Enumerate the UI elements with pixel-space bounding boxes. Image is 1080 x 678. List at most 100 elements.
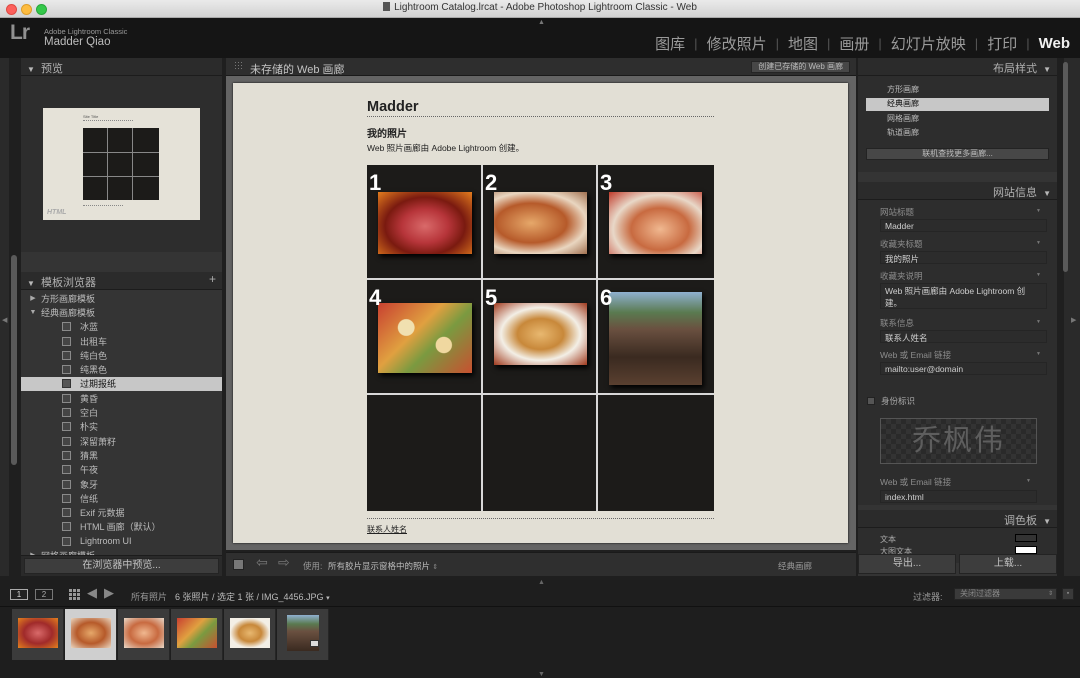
forward-arrow-icon[interactable]: ▶ — [104, 585, 114, 601]
layout-item[interactable]: 网格画廊 — [866, 111, 1057, 125]
template-item[interactable]: 象牙 — [25, 477, 222, 491]
detail-text-color-swatch[interactable] — [1015, 546, 1037, 554]
create-saved-gallery-button[interactable]: 创建已存储的 Web 画廊 — [751, 61, 850, 73]
preview-panel-header[interactable]: ▼ 预览 — [21, 58, 222, 76]
next-arrow-icon[interactable]: ⇨ — [278, 554, 290, 571]
site-title-field[interactable]: Madder — [880, 219, 1047, 232]
filmstrip-thumbnail-selected[interactable] — [65, 609, 117, 660]
template-item[interactable]: 纯黑色 — [25, 362, 222, 376]
export-button[interactable]: 导出... — [858, 554, 956, 574]
web-email-link-field[interactable]: mailto:user@domain — [880, 362, 1047, 375]
photo-hotpot[interactable] — [378, 192, 472, 254]
filmstrip-count[interactable]: 6 张照片 / 选定 1 张 / IMG_4456.JPG ▾ — [175, 590, 330, 603]
filmstrip-thumbnail[interactable] — [118, 609, 170, 660]
grid-view-icon[interactable] — [69, 589, 80, 600]
collapse-left-panel-icon[interactable]: ◀ — [2, 316, 7, 324]
template-item-selected[interactable]: 过期报纸 — [21, 376, 222, 392]
filter-lock-icon[interactable]: ▪ — [1062, 588, 1074, 600]
photo-sheep-herd[interactable] — [609, 292, 702, 385]
collection-title[interactable]: 我的照片 — [367, 125, 407, 140]
left-panel-scrollbar[interactable] — [11, 255, 17, 465]
module-book[interactable]: 画册 — [839, 33, 869, 54]
site-info-header[interactable]: 网站信息 ▼ — [858, 182, 1057, 200]
template-item[interactable]: 空白 — [25, 405, 222, 419]
template-item[interactable]: 深留萧籽 — [25, 434, 222, 448]
upload-button[interactable]: 上载... — [959, 554, 1057, 574]
right-panel-scrollbar[interactable] — [1063, 62, 1068, 272]
collection-title-label: 收藏夹标题 — [880, 238, 1047, 250]
identity-plate-toggle[interactable]: 身份标识 — [867, 395, 915, 407]
color-palette-header[interactable]: 调色板 ▼ — [858, 510, 1057, 528]
photo-noodles[interactable] — [494, 303, 587, 365]
template-item[interactable]: HTML 画廊（默认） — [25, 520, 222, 534]
contact-info-field[interactable]: 联系人姓名 — [880, 330, 1047, 343]
photo-number: 5 — [485, 285, 498, 310]
template-browser-header[interactable]: ▼ 模板浏览器 + — [21, 272, 222, 290]
template-item[interactable]: 纯白色 — [25, 348, 222, 362]
collapse-bottom-icon[interactable]: ▼ — [538, 671, 545, 678]
collapse-right-panel-icon[interactable]: ▶ — [1071, 316, 1076, 324]
thumb-image — [71, 618, 111, 648]
stop-icon[interactable] — [233, 559, 244, 570]
photo-dishes[interactable] — [609, 192, 702, 254]
web-email-link-2-field[interactable]: index.html — [880, 490, 1037, 503]
palette-text-label: 文本 — [880, 535, 896, 544]
site-title[interactable]: Madder — [367, 99, 419, 115]
template-item[interactable]: 朴实 — [25, 420, 222, 434]
find-more-galleries-button[interactable]: 联机查找更多画廊... — [866, 147, 1049, 160]
previous-arrow-icon[interactable]: ⇦ — [256, 554, 268, 571]
identity-checkbox[interactable] — [867, 397, 875, 405]
module-develop[interactable]: 修改照片 — [707, 33, 767, 54]
template-item[interactable]: 出租车 — [25, 334, 222, 348]
preview-in-browser-button[interactable]: 在浏览器中预览... — [24, 558, 219, 574]
collapse-triangle-icon: ▼ — [1043, 65, 1051, 74]
layout-item[interactable]: 轨道画廊 — [866, 126, 1057, 140]
template-item[interactable]: 冰蓝 — [25, 320, 222, 334]
add-template-icon[interactable]: + — [209, 272, 216, 286]
folder-square-gallery[interactable]: ▶ 方形画廊模板 — [25, 291, 222, 305]
left-panel-footer: 在浏览器中预览... — [21, 555, 222, 576]
photo-platter[interactable] — [378, 303, 472, 373]
collapse-top-panel-icon[interactable]: ▲ — [538, 19, 545, 26]
grid-cell-empty[interactable] — [483, 395, 598, 511]
module-print[interactable]: 打印 — [987, 33, 1017, 54]
contact-link[interactable]: 联系人姓名 — [367, 524, 407, 535]
collection-description[interactable]: Web 照片画廊由 Adobe Lightroom 创建。 — [367, 142, 524, 154]
template-item[interactable]: 猜黑 — [25, 448, 222, 462]
template-doc-icon — [62, 379, 71, 389]
template-item[interactable]: 黄昏 — [25, 391, 222, 405]
collapse-filmstrip-icon[interactable]: ▲ — [538, 579, 545, 586]
collection-title-field[interactable]: 我的照片 — [880, 251, 1047, 264]
folder-classic-gallery[interactable]: ▼ 经典画廊模板 — [25, 305, 222, 319]
module-library[interactable]: 图库 — [655, 33, 685, 54]
module-slideshow[interactable]: 幻灯片放映 — [891, 33, 966, 54]
grid-cell-empty[interactable] — [367, 395, 483, 511]
template-item[interactable]: Exif 元数据 — [25, 505, 222, 519]
template-item[interactable]: Lightroom UI — [25, 534, 222, 548]
layout-item[interactable]: 方形画廊 — [866, 84, 1057, 98]
template-doc-icon — [62, 322, 71, 332]
window-2-button[interactable]: 2 — [35, 589, 53, 600]
filter-dropdown[interactable]: 关闭过滤器 ⇕ — [954, 588, 1057, 600]
filmstrip-thumbnail[interactable] — [171, 609, 223, 660]
filmstrip-thumbnail[interactable] — [277, 609, 329, 660]
site-title-label: 网站标题 — [880, 206, 1047, 218]
layout-item-selected[interactable]: 经典画廊 — [866, 98, 1049, 112]
back-arrow-icon[interactable]: ◀ — [87, 585, 97, 601]
layout-style-header[interactable]: 布局样式 ▼ — [858, 58, 1057, 76]
text-color-swatch[interactable] — [1015, 534, 1037, 542]
filmstrip-source[interactable]: 所有照片 — [131, 590, 167, 603]
badge-icon — [310, 640, 319, 647]
collection-desc-field[interactable]: Web 照片画廊由 Adobe Lightroom 创建。 — [880, 283, 1047, 309]
filmstrip-thumbnail[interactable] — [224, 609, 276, 660]
module-web[interactable]: Web — [1039, 35, 1070, 52]
use-source-dropdown[interactable]: 所有胶片显示窗格中的照片 ⇕ — [328, 560, 438, 572]
template-item[interactable]: 午夜 — [25, 463, 222, 477]
filmstrip-thumbnail[interactable] — [12, 609, 64, 660]
window-1-button[interactable]: 1 — [10, 589, 28, 600]
template-item[interactable]: 信纸 — [25, 491, 222, 505]
photo-roast[interactable] — [494, 192, 587, 254]
identity-plate-preview[interactable]: 乔枫伟 — [880, 418, 1037, 464]
preview-title: 预览 — [41, 63, 64, 75]
module-map[interactable]: 地图 — [788, 33, 818, 54]
